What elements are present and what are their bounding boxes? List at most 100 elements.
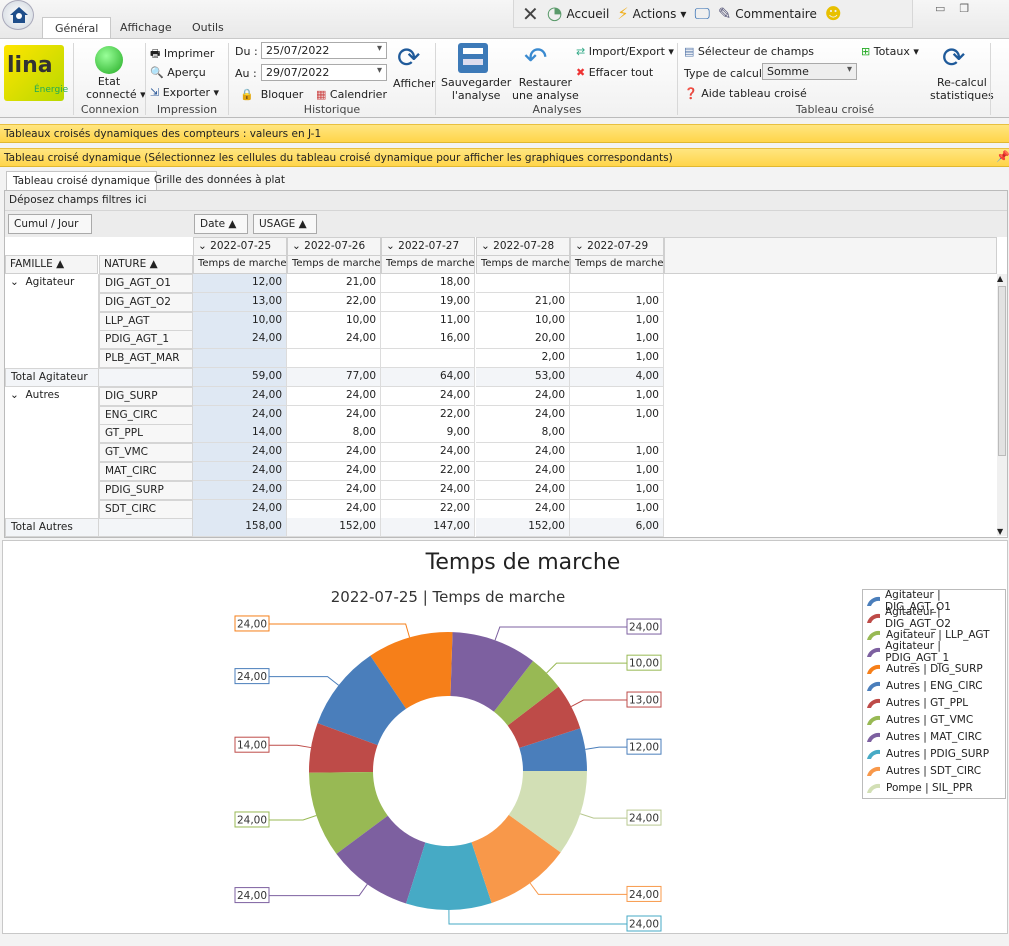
pivot-cell[interactable]: 10,00 xyxy=(193,311,287,331)
pivot-cell[interactable]: 152,00 xyxy=(287,518,381,538)
legend-item[interactable]: Autres | GT_PPL xyxy=(866,694,1002,711)
pivot-cell[interactable]: 20,00 xyxy=(476,330,570,350)
pivot-cell[interactable]: 77,00 xyxy=(287,368,381,387)
date-field[interactable]: Date ▲ xyxy=(194,214,248,234)
pivot-cell[interactable]: 16,00 xyxy=(381,330,475,350)
type-calcul-select[interactable]: Somme xyxy=(762,63,857,80)
pivot-cell[interactable]: 24,00 xyxy=(476,480,570,500)
tab-general[interactable]: Général xyxy=(42,17,112,38)
date-to-select[interactable]: 29/07/2022 xyxy=(261,64,387,81)
commentaire-button[interactable]: ✎ Commentaire xyxy=(718,4,817,23)
pivot-cell[interactable]: 64,00 xyxy=(381,368,475,387)
nature-field[interactable]: NATURE ▲ xyxy=(99,255,193,274)
legend-item[interactable]: Autres | DIG_SURP xyxy=(866,660,1002,677)
date-column-header[interactable]: ⌄ 2022-07-29 xyxy=(570,237,664,256)
pivot-cell[interactable]: 8,00 xyxy=(287,424,381,444)
pivot-cell[interactable]: 1,00 xyxy=(570,292,664,312)
pivot-cell[interactable]: 24,00 xyxy=(193,405,287,425)
legend-item[interactable]: Autres | GT_VMC xyxy=(866,711,1002,728)
pivot-cell[interactable]: 14,00 xyxy=(193,424,287,444)
legend-item[interactable]: Autres | ENG_CIRC xyxy=(866,677,1002,694)
exporter-button[interactable]: ⇲ Exporter ▾ xyxy=(150,86,219,99)
pivot-cell[interactable]: 21,00 xyxy=(287,274,381,293)
actions-button[interactable]: ⚡ Actions ▾ xyxy=(617,4,686,23)
pivot-cell[interactable] xyxy=(287,349,381,369)
date-column-header[interactable]: ⌄ 2022-07-28 xyxy=(476,237,570,256)
pivot-cell[interactable] xyxy=(570,274,664,293)
pivot-cell[interactable]: 24,00 xyxy=(287,480,381,500)
totaux-button[interactable]: ⊞ Totaux ▾ xyxy=(861,45,919,58)
afficher-button[interactable]: Afficher xyxy=(393,77,435,90)
date-from-select[interactable]: 25/07/2022 xyxy=(261,42,387,59)
legend-item[interactable]: Pompe | SIL_PPR xyxy=(866,779,1002,796)
pivot-cell[interactable]: 1,00 xyxy=(570,349,664,369)
legend-item[interactable]: Autres | MAT_CIRC xyxy=(866,728,1002,745)
pin-icon[interactable]: 📌 xyxy=(996,150,1009,163)
pivot-cell[interactable]: 24,00 xyxy=(193,462,287,481)
pivot-cell[interactable]: 24,00 xyxy=(287,405,381,425)
pivot-cell[interactable]: 24,00 xyxy=(193,330,287,350)
pivot-cell[interactable]: 24,00 xyxy=(476,443,570,463)
pivot-cell[interactable]: 12,00 xyxy=(193,274,287,293)
legend-item[interactable]: Autres | SDT_CIRC xyxy=(866,762,1002,779)
pivot-cell[interactable]: 18,00 xyxy=(381,274,475,293)
pivot-cell[interactable]: 22,00 xyxy=(287,292,381,312)
pivot-cell[interactable]: 22,00 xyxy=(381,405,475,425)
pivot-cell[interactable]: 22,00 xyxy=(381,499,475,519)
pivot-cell[interactable]: 24,00 xyxy=(476,386,570,406)
pivot-cell[interactable]: 158,00 xyxy=(193,518,287,538)
pivot-cell[interactable]: 9,00 xyxy=(381,424,475,444)
tab-flat-grid[interactable]: Grille des données à plat xyxy=(148,171,291,191)
bloquer-button[interactable]: 🔒 Bloquer xyxy=(240,88,303,101)
refresh-icon[interactable]: ⟳ xyxy=(397,41,420,74)
sauvegarder-button[interactable]: Sauvegarder l'analyse xyxy=(441,76,511,102)
recalcul-button[interactable]: Re-calcul statistiques xyxy=(930,76,994,102)
legend-item[interactable]: Agitateur | DIG_AGT_O2 xyxy=(866,606,1002,630)
cumul-jour-field[interactable]: Cumul / Jour xyxy=(8,214,92,234)
pivot-cell[interactable]: 1,00 xyxy=(570,311,664,331)
tab-affichage[interactable]: Affichage xyxy=(108,17,184,38)
pivot-cell[interactable] xyxy=(381,349,475,369)
famille-row-header[interactable]: ⌄ Agitateur xyxy=(10,276,74,288)
vertical-scrollbar[interactable]: ▲ ▼ xyxy=(997,274,1007,536)
pivot-cell[interactable]: 13,00 xyxy=(193,292,287,312)
pivot-cell[interactable]: 24,00 xyxy=(193,386,287,406)
pivot-cell[interactable] xyxy=(193,349,287,369)
pivot-cell[interactable]: 24,00 xyxy=(476,499,570,519)
tab-pivot-table[interactable]: Tableau croisé dynamique xyxy=(6,171,157,191)
pivot-cell[interactable]: 24,00 xyxy=(287,443,381,463)
tab-outils[interactable]: Outils xyxy=(180,17,236,38)
legend-item[interactable]: Autres | PDIG_SURP xyxy=(866,745,1002,762)
pivot-cell[interactable]: 22,00 xyxy=(381,462,475,481)
date-column-header[interactable]: ⌄ 2022-07-27 xyxy=(381,237,475,256)
apercu-button[interactable]: 🔍 Aperçu xyxy=(150,66,206,79)
pivot-cell[interactable]: 2,00 xyxy=(476,349,570,369)
pivot-cell[interactable]: 24,00 xyxy=(381,443,475,463)
pivot-cell[interactable]: 10,00 xyxy=(287,311,381,331)
pivot-cell[interactable]: 24,00 xyxy=(193,499,287,519)
undo-icon[interactable]: ↶ xyxy=(524,41,547,74)
close-button[interactable]: ✕ xyxy=(522,2,539,26)
famille-row-header[interactable]: ⌄ Autres xyxy=(10,389,59,401)
pivot-cell[interactable]: 6,00 xyxy=(570,518,664,538)
pivot-cell[interactable]: 24,00 xyxy=(287,499,381,519)
calendrier-button[interactable]: ▦ Calendrier xyxy=(316,88,387,101)
selecteur-champs-button[interactable]: ▤ Sélecteur de champs xyxy=(684,45,814,58)
pivot-cell[interactable]: 1,00 xyxy=(570,330,664,350)
pivot-cell[interactable]: 10,00 xyxy=(476,311,570,331)
window-controls[interactable]: ▭ ❐ xyxy=(935,2,969,15)
pivot-cell[interactable]: 24,00 xyxy=(381,386,475,406)
connection-status-icon[interactable] xyxy=(95,46,123,74)
pivot-cell[interactable] xyxy=(476,274,570,293)
pivot-cell[interactable]: 24,00 xyxy=(193,480,287,500)
accueil-button[interactable]: ◔ Accueil xyxy=(547,3,610,24)
pivot-cell[interactable]: 24,00 xyxy=(287,330,381,350)
display-icon[interactable]: 🖵 xyxy=(694,4,709,24)
recalc-icon[interactable]: ⟳ xyxy=(942,41,965,74)
pivot-cell[interactable]: 24,00 xyxy=(381,480,475,500)
scrollbar-thumb[interactable] xyxy=(998,286,1006,456)
pivot-cell[interactable]: 53,00 xyxy=(476,368,570,387)
pivot-cell[interactable]: 24,00 xyxy=(476,405,570,425)
effacer-tout-button[interactable]: ✖ Effacer tout xyxy=(576,66,653,79)
pivot-cell[interactable]: 19,00 xyxy=(381,292,475,312)
